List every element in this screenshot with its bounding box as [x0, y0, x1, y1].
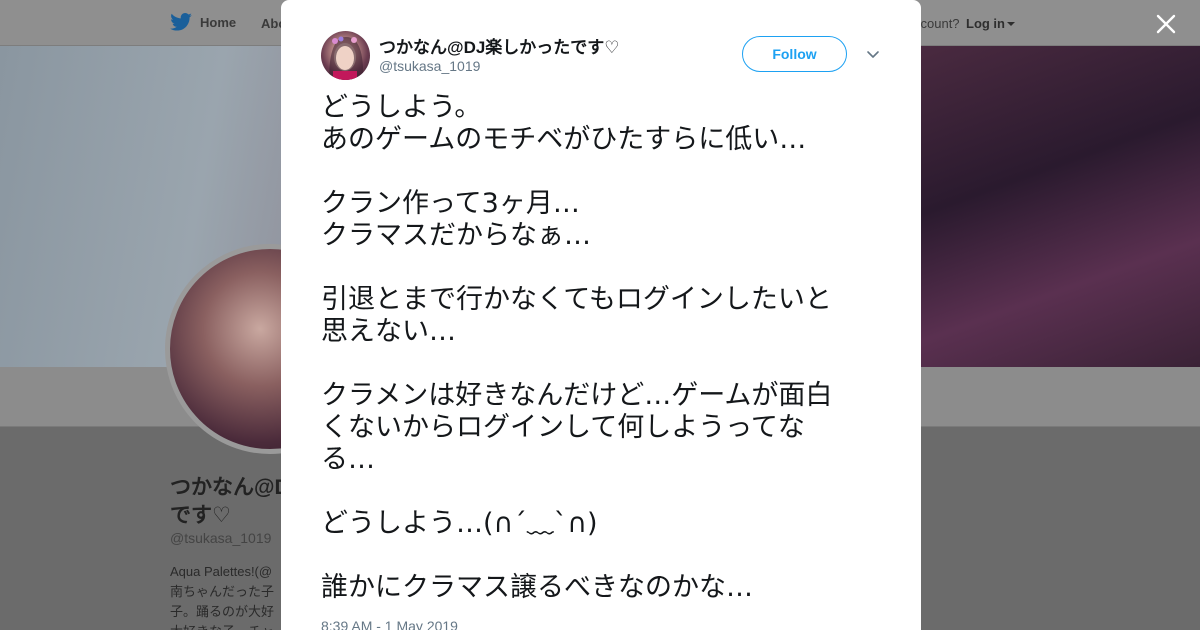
- tweet-modal: つかなん@DJ楽しかったです♡ @tsukasa_1019 Follow どうし…: [281, 0, 921, 630]
- follow-button[interactable]: Follow: [742, 36, 847, 72]
- tweet-timestamp[interactable]: 8:39 AM - 1 May 2019: [321, 618, 458, 630]
- tweet-line: クラン作って3ヶ月…: [321, 188, 580, 219]
- tweet-line: クラマスだからなぁ…: [321, 220, 591, 251]
- twitter-bird-icon: [170, 13, 192, 31]
- tweet-line: どうしよう。: [321, 92, 482, 123]
- nav-login-link[interactable]: Log in: [966, 16, 1016, 31]
- author-name[interactable]: つかなん@DJ楽しかったです♡: [379, 33, 620, 58]
- tweet-line: どうしよう…(∩´﹏`∩): [321, 508, 598, 539]
- bio-line: Aqua Palettes!(@: [170, 564, 273, 579]
- tweet-line: くないからログインして何しようってな: [321, 412, 805, 443]
- tweet-line: [321, 476, 881, 508]
- tweet-line: 思えない…: [321, 316, 456, 347]
- tweet-line: 誰かにクラマス譲るべきなのかな…: [321, 572, 753, 603]
- nav-home-label: Home: [200, 14, 237, 30]
- nav-home[interactable]: Home: [170, 13, 236, 31]
- bio-line: 南ちゃんだった子: [170, 584, 275, 599]
- tweet-line: [321, 252, 881, 284]
- profile-bio: Aqua Palettes!(@ 南ちゃんだった子 子。踊るのが大好 大好きな子…: [170, 562, 290, 630]
- tweet-line: [321, 540, 881, 572]
- close-button[interactable]: [1150, 8, 1182, 40]
- avatar-portrait: [329, 36, 364, 80]
- login-label: Log in: [966, 16, 1005, 31]
- author-avatar[interactable]: [321, 31, 370, 80]
- tweet-line: [321, 348, 881, 380]
- tweet-line: る…: [321, 444, 375, 475]
- chevron-down-icon: [867, 51, 879, 58]
- bio-line: 大好きな子。チャ: [170, 622, 290, 630]
- tweet-text: どうしよう。 あのゲームのモチベがひたすらに低い… クラン作って3ヶ月… クラマ…: [321, 92, 881, 604]
- tweet-line: 引退とまで行かなくてもログインしたいと: [321, 284, 832, 315]
- tweet-options-menu[interactable]: [865, 46, 881, 62]
- tweet-line: [321, 156, 881, 188]
- close-icon: [1156, 14, 1176, 34]
- author-handle[interactable]: @tsukasa_1019: [379, 58, 480, 74]
- banner-image-detail: [920, 46, 1200, 367]
- tweet-line: クラメンは好きなんだけど…ゲームが面白: [321, 380, 833, 411]
- bio-line: 子。踊るのが大好: [170, 604, 275, 619]
- profile-handle[interactable]: @tsukasa_1019: [170, 530, 271, 546]
- caret-down-icon: [1007, 22, 1015, 26]
- tweet-line: あのゲームのモチベがひたすらに低い…: [321, 124, 807, 155]
